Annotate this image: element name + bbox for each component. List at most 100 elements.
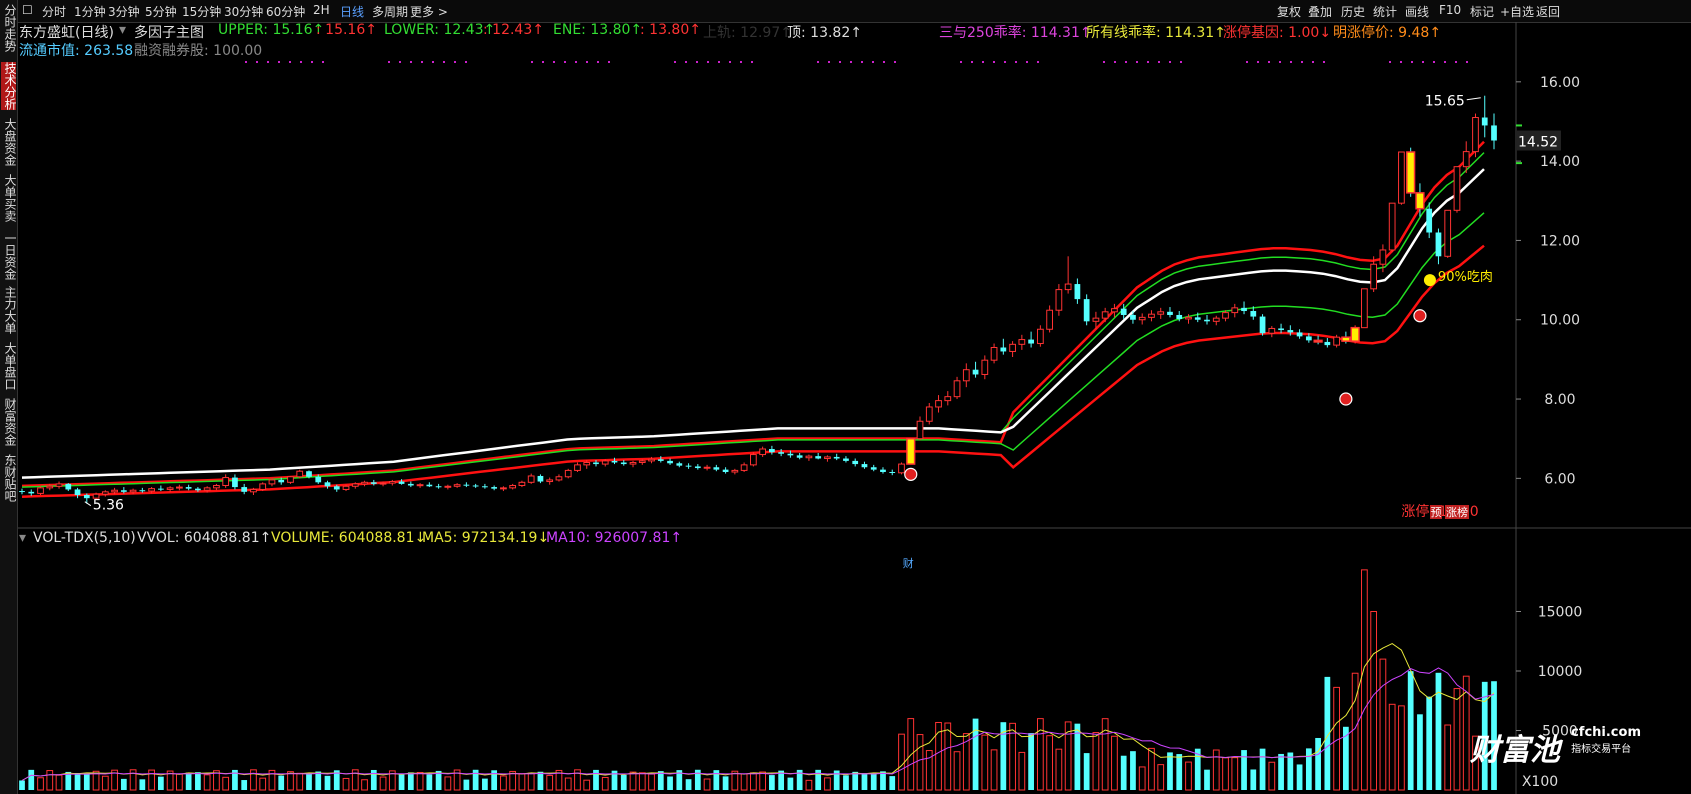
candle-up [222,477,230,486]
signal-dot [674,61,676,63]
signal-dot [575,61,577,63]
signal-dot [872,61,874,63]
smile-icon [1423,274,1436,287]
signal-dot [586,61,588,63]
signal-dot [696,61,698,63]
candle-down [1074,284,1081,300]
candle-down [83,495,90,499]
candle-up [287,476,294,483]
chart-canvas[interactable]: 6.00 8.00 10.00 12.00 14.00 16.00 15.65 5.36 90%… [0,0,1691,794]
vol-y-tick-label: 10000 [1538,664,1583,680]
vol-bar-down [870,773,877,790]
vol-bar-down [889,776,896,790]
candle-down [537,475,544,482]
vol-bar-up [1212,749,1220,791]
candle-down [620,462,627,465]
vol-bar-up [1444,724,1452,791]
candle-up [101,491,109,495]
candle-up [444,485,452,488]
signal-dot [1114,61,1116,63]
candle-down [1287,330,1294,333]
signal-dot [410,61,412,63]
candle-up [351,483,359,487]
candle-down [1324,341,1331,346]
vol-bar-up [1018,751,1026,791]
red-ball-marker [904,467,918,481]
candle-up [111,489,118,493]
candle-down [889,472,896,474]
vol-bar-down [1315,737,1321,790]
vol-bar-down [241,780,248,790]
candle-down [74,489,81,496]
red-ball-marker [1339,392,1353,406]
vol-bar-down [1241,750,1247,790]
signal-dot [751,61,753,63]
signal-dot [454,61,456,63]
vol-bar-down [657,771,664,790]
signal-dot [1422,61,1424,63]
signal-dot [828,61,830,63]
candle-down [1278,328,1284,331]
vol-bar-up [759,771,766,791]
signal-dot [388,61,390,63]
vol-bar-down [1167,752,1173,790]
vol-bar-up [703,778,711,791]
signal-dot [278,61,280,63]
low-label: 5.36 [93,498,124,514]
candle-up [583,461,591,466]
signal-dot [564,61,566,63]
candle-down [241,487,248,492]
candle-up [601,460,609,465]
candle-up [361,481,368,485]
candle-up [546,479,554,483]
vol-bar-up [101,775,109,791]
red-ball-marker [1413,309,1427,323]
signal-dot [1411,61,1413,63]
candle-up [1157,311,1165,315]
vol-bar-down [972,718,979,790]
candle-down [472,485,479,487]
vol-bar-down [28,769,35,790]
vol-bar-down [787,777,794,790]
signal-dot [267,61,269,63]
vol-bar-down [1305,748,1312,790]
candle-down [676,463,683,466]
vol-bar-down [1120,755,1127,790]
high-arrow [1466,97,1481,101]
vol-bar-down [19,780,25,790]
vol-bar-down [139,779,146,790]
vol-bar-down [1028,733,1034,790]
vol-bar-up [1370,611,1378,791]
candle-down [843,458,849,461]
signal-dot [1290,61,1292,63]
vol-ma5-line [21,643,1495,781]
candle-up [981,359,989,375]
vol-bar-up [176,773,183,791]
vol-bar-up [1222,757,1229,791]
candle-down [1305,336,1312,341]
candle-up [1046,309,1053,330]
candle-down [1435,232,1442,257]
low-arrow [84,501,92,507]
vol-bar-up [259,777,267,791]
candle-up [1101,311,1109,319]
candle-up [1370,263,1378,290]
y-tick-label: 16.00 [1540,75,1580,91]
vol-bar-down [769,775,775,790]
vol-bar-up [990,749,998,791]
candle-up [944,396,952,402]
vol-y-tick-label: 15000 [1538,605,1583,621]
candle-up [259,483,267,490]
signal-dot [1147,61,1149,63]
signal-dot [1279,61,1281,63]
signal-dot [1389,61,1391,63]
candle-up [1036,328,1044,345]
candle-up [629,461,637,465]
candle-up [564,469,572,478]
limit-up-candle [906,437,916,465]
candle-down [370,482,377,484]
vol-bar-up [296,772,304,791]
candle-up [1379,249,1387,265]
candle-down [1426,208,1433,233]
candle-down [815,456,822,459]
